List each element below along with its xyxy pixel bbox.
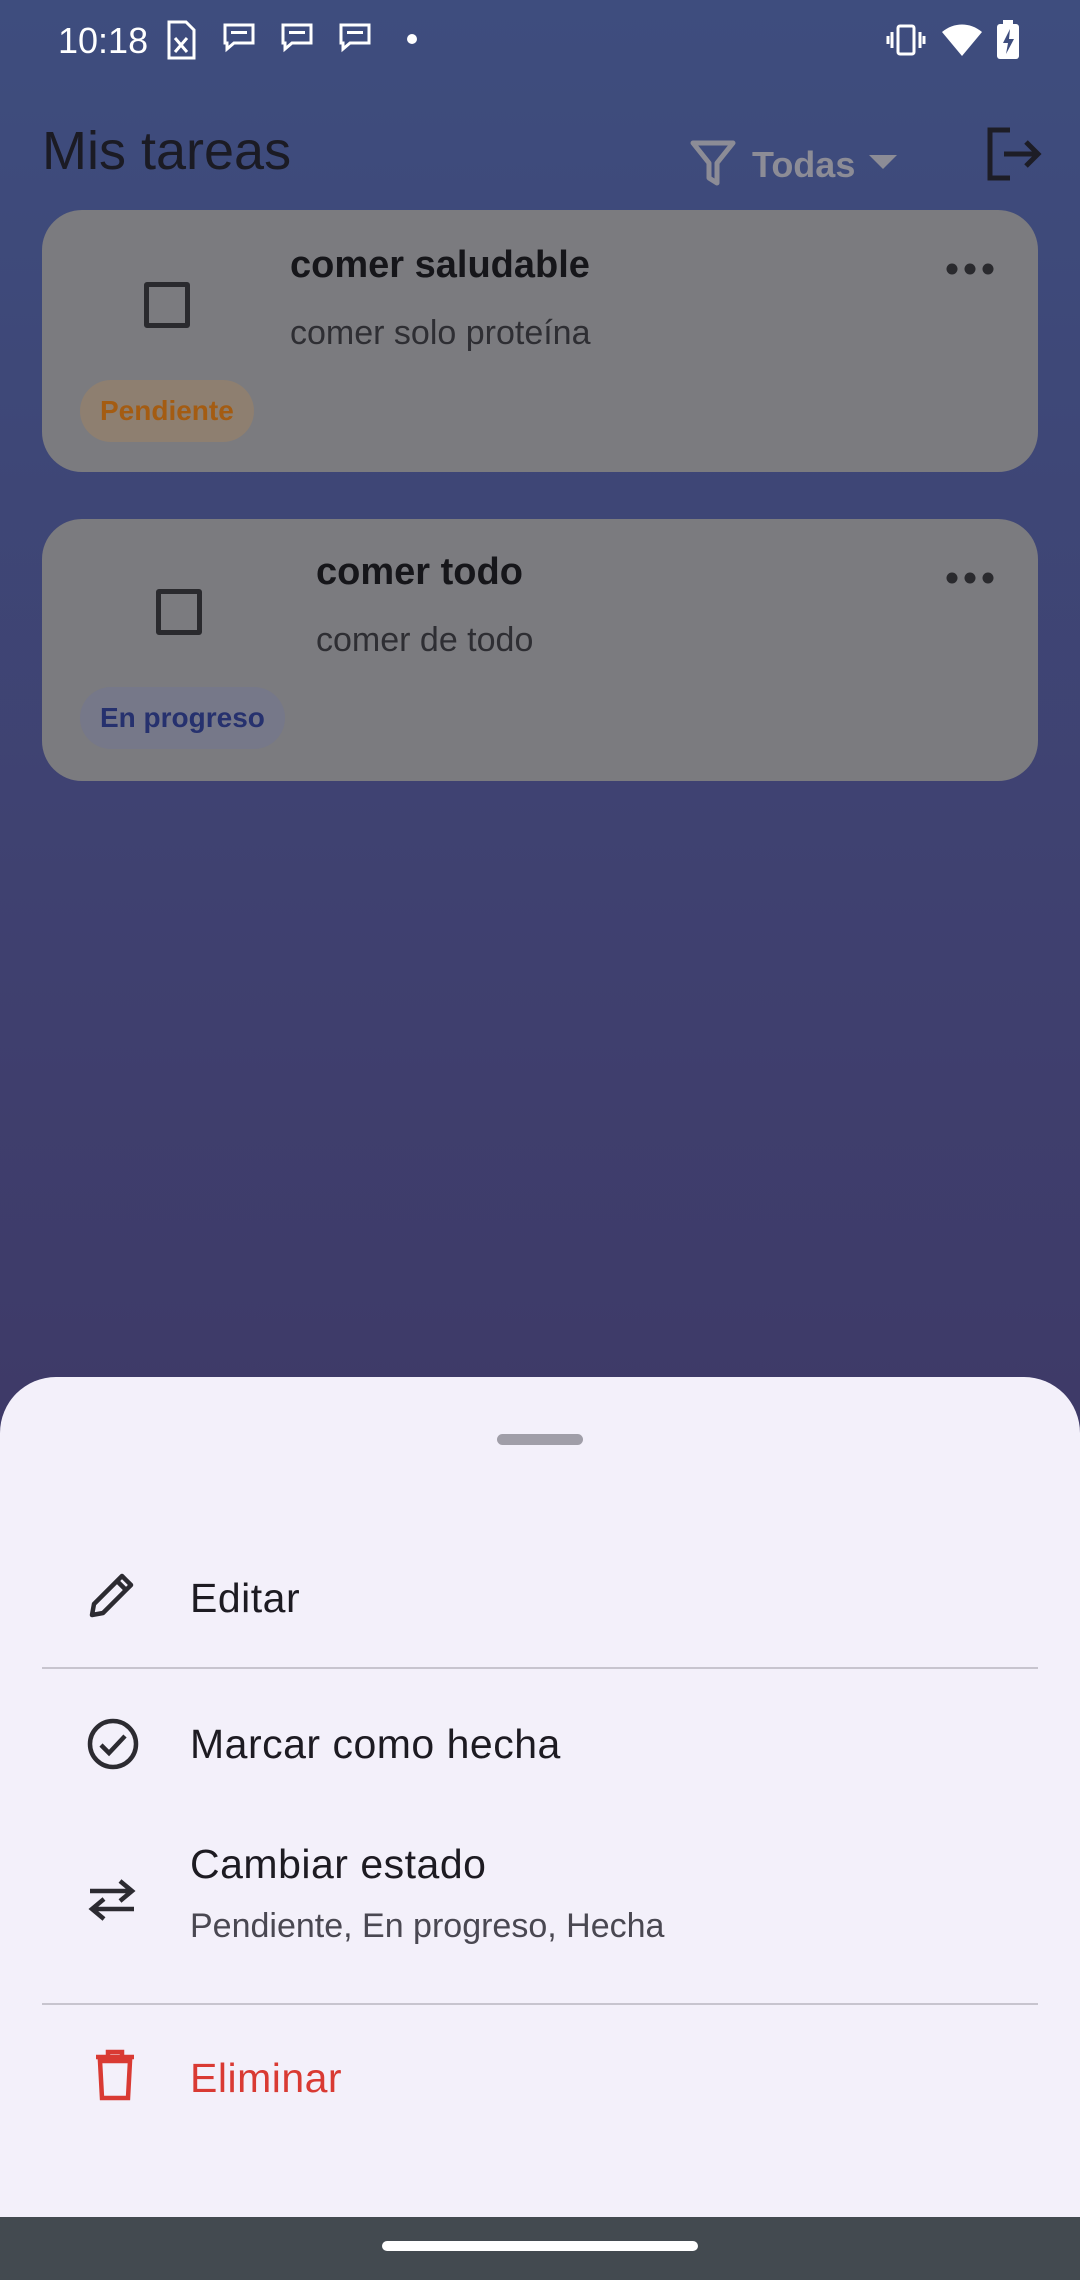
menu-label: Editar [190, 1575, 301, 1621]
task-subtitle: comer solo proteína [290, 314, 591, 352]
menu-label: Cambiar estado [190, 1841, 487, 1887]
menu-item-eliminar[interactable]: Eliminar [0, 2013, 1080, 2143]
message-icon [338, 20, 372, 59]
swap-icon [86, 1875, 138, 1928]
document-x-icon [166, 20, 196, 65]
task-card[interactable]: comer saludable comer solo proteína Pend… [42, 210, 1038, 472]
message-icon [222, 20, 256, 59]
task-subtitle: comer de todo [316, 621, 534, 659]
status-badge: Pendiente [80, 380, 254, 442]
more-options-icon[interactable] [946, 262, 994, 281]
chevron-down-icon [869, 154, 898, 176]
dot-icon [406, 32, 418, 50]
menu-label: Marcar como hecha [190, 1721, 561, 1767]
trash-icon [94, 2049, 136, 2106]
navigation-bar [0, 2217, 1080, 2280]
filter-dropdown[interactable]: Todas [690, 130, 898, 200]
menu-item-editar[interactable]: Editar [0, 1547, 1080, 1657]
divider [42, 2003, 1038, 2005]
check-circle-icon [86, 1717, 140, 1776]
logout-icon[interactable] [984, 126, 1044, 187]
task-title: comer saludable [290, 244, 590, 286]
wifi-icon [940, 20, 984, 63]
divider [42, 1667, 1038, 1669]
bottom-sheet: Editar Marcar como hecha Cambiar estado … [0, 1377, 1080, 2217]
battery-charging-icon [996, 20, 1020, 65]
app-bar: Mis tareas Todas [0, 110, 1080, 210]
task-checkbox[interactable] [144, 282, 190, 328]
pencil-icon [86, 1569, 138, 1626]
menu-sublabel: Pendiente, En progreso, Hecha [190, 1907, 665, 1945]
task-checkbox[interactable] [156, 589, 202, 635]
filter-icon [690, 139, 736, 192]
menu-item-marcar-hecha[interactable]: Marcar como hecha [0, 1677, 1080, 1807]
status-badge: En progreso [80, 687, 285, 749]
more-options-icon[interactable] [946, 571, 994, 590]
task-card[interactable]: comer todo comer de todo En progreso [42, 519, 1038, 781]
filter-label: Todas [752, 144, 856, 185]
screen: 10:18 Mis tareas Todas comer saludable c… [0, 0, 1080, 2280]
vibrate-icon [886, 20, 926, 65]
message-icon [280, 20, 314, 59]
task-title: comer todo [316, 551, 523, 593]
status-bar: 10:18 [0, 0, 1080, 84]
menu-item-cambiar-estado[interactable]: Cambiar estado Pendiente, En progreso, H… [0, 1817, 1080, 1997]
drag-handle[interactable] [497, 1434, 583, 1445]
home-indicator[interactable] [382, 2241, 698, 2251]
page-title: Mis tareas [42, 121, 292, 181]
status-time: 10:18 [58, 20, 149, 61]
menu-label: Eliminar [190, 2055, 343, 2101]
